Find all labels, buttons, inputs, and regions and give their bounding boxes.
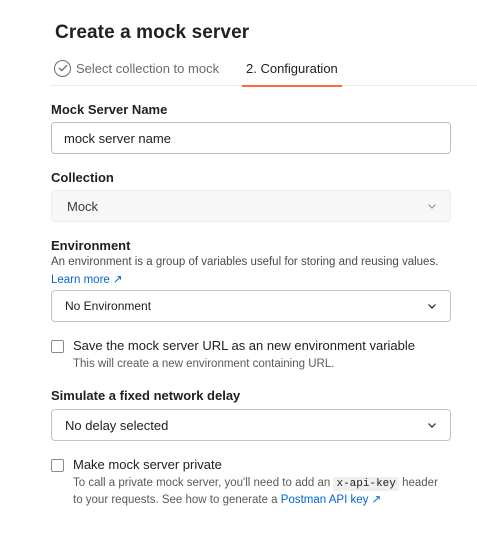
learn-more-text: Learn more <box>51 274 110 286</box>
save-url-help: This will create a new environment conta… <box>73 358 335 370</box>
collection-label: Collection <box>51 170 114 185</box>
collection-select[interactable]: Mock <box>51 190 451 222</box>
private-help-text-3: to your requests. See how to generate a <box>73 494 278 506</box>
tab-configuration-label: 2. Configuration <box>246 60 338 76</box>
save-url-option: Save the mock server URL as an new envir… <box>51 338 415 353</box>
chevron-down-icon <box>428 423 436 428</box>
api-key-code: x-api-key <box>333 477 399 491</box>
network-delay-label: Simulate a fixed network delay <box>51 388 241 403</box>
private-help-line-2: to your requests. See how to generate a … <box>73 492 381 509</box>
learn-more-row: Learn more ↗ <box>51 272 123 286</box>
environment-label: Environment <box>51 238 131 253</box>
mock-server-name-label: Mock Server Name <box>51 102 168 117</box>
network-delay-select[interactable]: No delay selected <box>51 409 451 441</box>
environment-description: An environment is a group of variables u… <box>51 256 439 268</box>
chevron-down-icon <box>428 304 436 309</box>
learn-more-link[interactable]: Learn more ↗ <box>51 274 123 286</box>
save-url-label[interactable]: Save the mock server URL as an new envir… <box>73 338 415 353</box>
private-checkbox[interactable] <box>51 459 64 472</box>
chevron-down-icon <box>428 204 436 209</box>
postman-api-key-link[interactable]: Postman API key ↗ <box>281 494 381 506</box>
page-title: Create a mock server <box>55 22 250 43</box>
tab-select-collection[interactable]: Select collection to mock <box>54 50 219 86</box>
check-circle-icon <box>54 59 71 77</box>
tab-select-collection-label: Select collection to mock <box>76 60 220 76</box>
step-tabs: Select collection to mock 2. Configurati… <box>50 50 477 87</box>
environment-select[interactable]: No Environment <box>51 290 451 322</box>
environment-value: No Environment <box>65 299 152 313</box>
network-delay-value: No delay selected <box>65 417 169 433</box>
tab-configuration[interactable]: 2. Configuration <box>242 50 342 87</box>
private-help-text-2: header <box>402 477 438 489</box>
private-help-text: To call a private mock server, you'll ne… <box>73 477 331 489</box>
save-url-checkbox[interactable] <box>51 340 64 353</box>
collection-value: Mock <box>67 198 99 214</box>
private-help-line-1: To call a private mock server, you'll ne… <box>73 475 438 493</box>
private-label[interactable]: Make mock server private <box>73 457 222 472</box>
external-link-icon: ↗ <box>371 494 382 506</box>
mock-server-name-input[interactable] <box>51 122 451 154</box>
postman-api-key-text: Postman API key <box>280 494 369 506</box>
private-option: Make mock server private <box>51 457 222 472</box>
external-link-icon: ↗ <box>113 274 123 286</box>
